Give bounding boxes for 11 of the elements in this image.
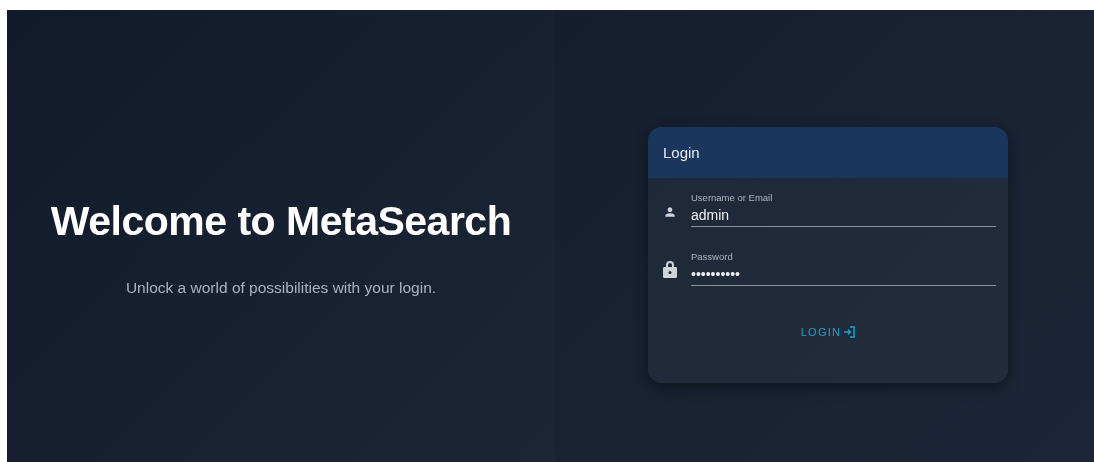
card-title: Login: [663, 144, 700, 161]
login-icon: [843, 325, 856, 338]
lock-icon: [663, 260, 677, 278]
login-button[interactable]: LOGIN: [794, 321, 862, 342]
welcome-title: Welcome to MetaSearch: [50, 197, 512, 245]
password-field[interactable]: ••••••••••: [691, 266, 996, 286]
username-field[interactable]: admin: [691, 207, 996, 227]
welcome-subtitle: Unlock a world of possibilities with your login.: [125, 278, 437, 297]
field-label: Password: [691, 251, 734, 262]
field-label: Username or Email: [691, 192, 774, 203]
person-icon: [663, 205, 677, 219]
